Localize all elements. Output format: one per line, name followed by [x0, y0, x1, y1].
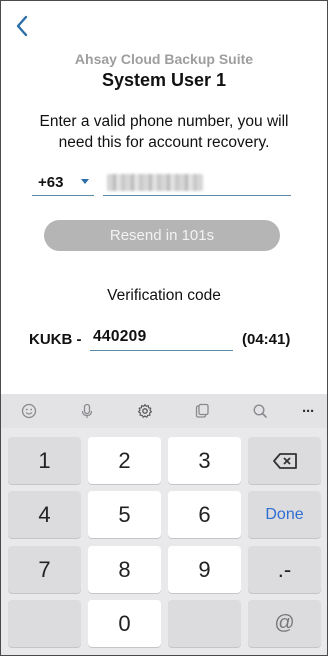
verification-code-label: Verification code [107, 287, 221, 304]
clipboard-icon[interactable] [191, 400, 213, 422]
key-0[interactable]: 0 [88, 600, 161, 647]
country-code-value: +63 [38, 174, 64, 191]
key-5[interactable]: 5 [88, 491, 161, 538]
blank-key-2[interactable] [168, 600, 241, 647]
at-label: @ [274, 612, 295, 634]
backspace-icon [272, 452, 297, 469]
phone-number-obscured [107, 174, 203, 191]
verification-code-input[interactable]: 440209 [90, 326, 233, 351]
key-1[interactable]: 1 [8, 437, 81, 484]
verification-code-value: 440209 [93, 328, 147, 345]
instruction-text: Enter a valid phone number, you will nee… [39, 113, 289, 151]
resend-button[interactable]: Resend in 101s [44, 220, 280, 251]
blank-key[interactable] [8, 600, 81, 647]
chevron-left-icon [16, 15, 28, 37]
key-3[interactable]: 3 [168, 437, 241, 484]
key-7[interactable]: 7 [8, 546, 81, 593]
back-button[interactable] [11, 11, 33, 41]
search-icon[interactable] [249, 400, 271, 422]
done-key[interactable]: Done [248, 491, 321, 538]
key-4[interactable]: 4 [8, 491, 81, 538]
more-icon[interactable]: ··· [297, 400, 319, 422]
key-8[interactable]: 8 [88, 546, 161, 593]
microphone-icon[interactable] [76, 400, 98, 422]
backspace-key[interactable] [248, 437, 321, 484]
user-name-title: System User 1 [101, 70, 227, 90]
key-6[interactable]: 6 [168, 491, 241, 538]
dot-dash-key[interactable]: .- [248, 546, 321, 593]
country-code-dropdown[interactable]: +63 [32, 171, 94, 196]
app-suite-name: Ahsay Cloud Backup Suite [74, 51, 254, 67]
phone-number-input[interactable] [103, 171, 291, 196]
key-2[interactable]: 2 [88, 437, 161, 484]
verification-timer: (04:41) [242, 331, 291, 348]
keyboard-toolbar: ··· [1, 394, 327, 428]
at-key[interactable]: @ [248, 600, 321, 647]
key-9[interactable]: 9 [168, 546, 241, 593]
settings-icon[interactable] [134, 400, 156, 422]
emoji-icon[interactable] [18, 400, 40, 422]
verification-prefix: KUKB - [29, 331, 82, 348]
app-screen: Ahsay Cloud Backup Suite System User 1 E… [0, 0, 328, 656]
dropdown-caret-icon [81, 179, 89, 184]
numeric-keyboard: ··· 1 2 3 4 5 6 Done 7 8 9 .- 0 @ [1, 394, 327, 655]
dot-dash-label: .- [277, 556, 292, 582]
